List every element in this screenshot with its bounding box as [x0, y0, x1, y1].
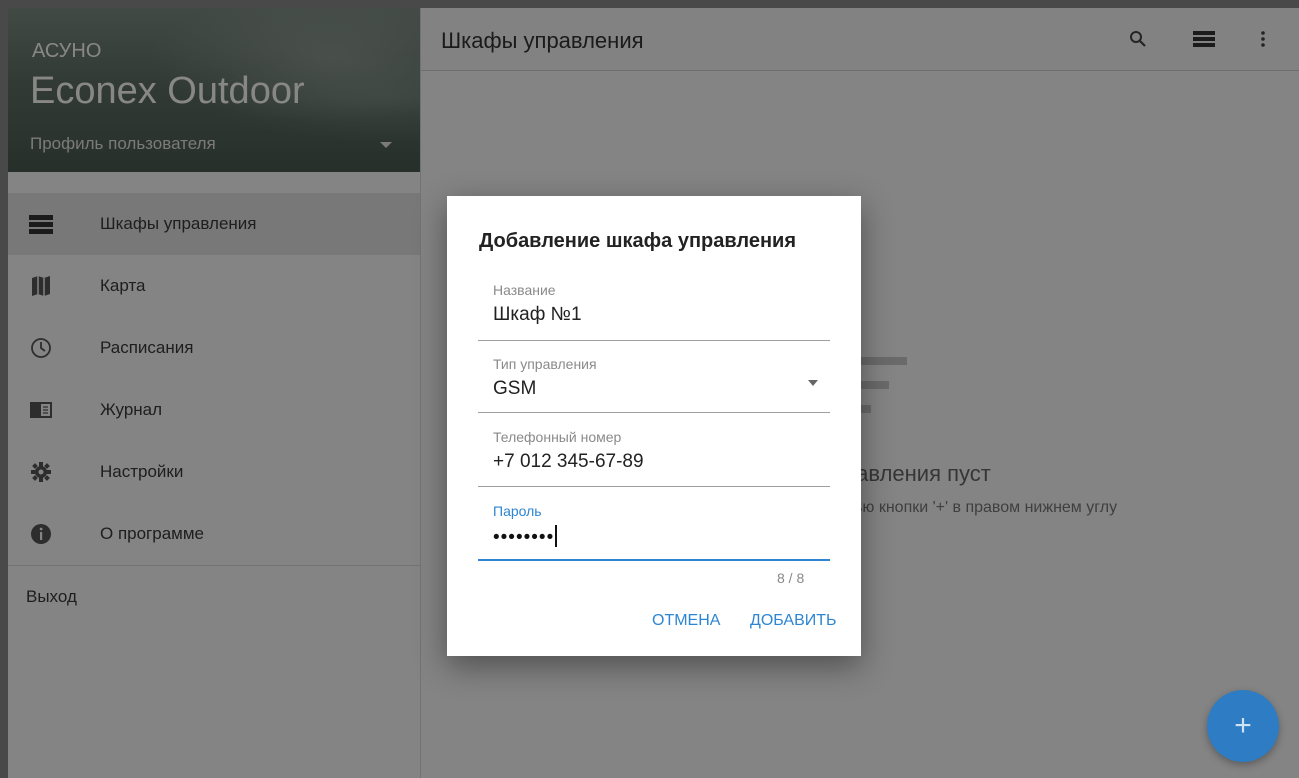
text-cursor	[555, 525, 558, 547]
password-field-value[interactable]: ••••••••	[493, 525, 830, 549]
add-cabinet-dialog: Добавление шкафа управления Название Шка…	[447, 196, 861, 656]
cancel-button[interactable]: ОТМЕНА	[652, 612, 720, 630]
control-type-select[interactable]: Тип управления GSM	[478, 356, 830, 413]
password-dots: ••••••••	[493, 527, 555, 548]
password-field-label: Пароль	[493, 503, 542, 519]
password-field[interactable]: Пароль ••••••••	[478, 503, 830, 561]
password-char-counter: 8 / 8	[777, 570, 805, 586]
add-cabinet-fab[interactable]: +	[1207, 690, 1279, 762]
dialog-title: Добавление шкафа управления	[479, 230, 797, 252]
control-type-value[interactable]: GSM	[493, 378, 830, 400]
password-field-underline	[478, 559, 830, 561]
dropdown-arrow-icon[interactable]	[808, 380, 818, 386]
phone-field-label: Телефонный номер	[493, 429, 622, 445]
name-field-label: Название	[493, 282, 556, 298]
phone-field-underline	[478, 486, 830, 487]
add-button[interactable]: ДОБАВИТЬ	[750, 612, 837, 630]
name-field-value[interactable]: Шкаф №1	[493, 304, 830, 326]
phone-field-value[interactable]: +7 012 345-67-89	[493, 451, 830, 473]
phone-field[interactable]: Телефонный номер +7 012 345-67-89	[478, 429, 830, 487]
name-field[interactable]: Название Шкаф №1	[478, 282, 830, 341]
name-field-underline	[478, 340, 830, 341]
control-type-label: Тип управления	[493, 356, 597, 372]
control-type-underline	[478, 412, 830, 413]
